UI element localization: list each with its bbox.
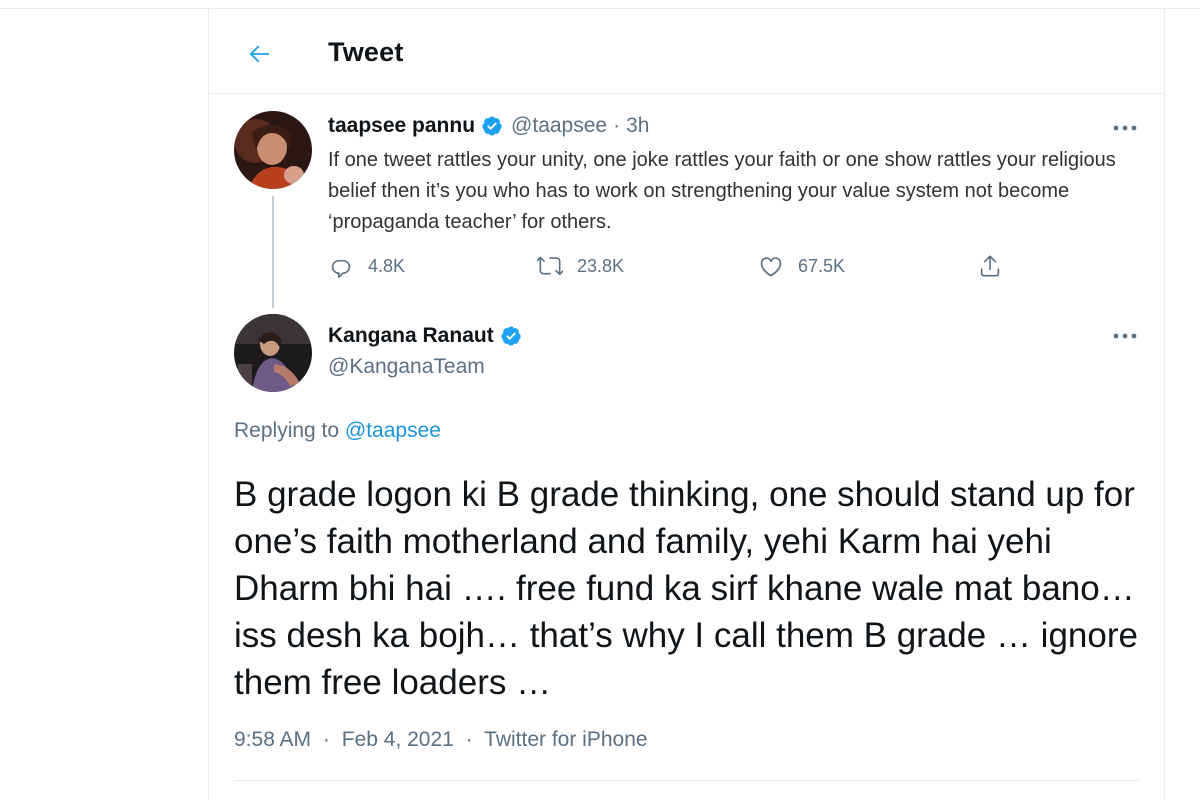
more-button[interactable] [1107,324,1143,348]
retweet-button[interactable]: 23.8K [537,253,624,279]
reply-button[interactable]: 4.8K [328,253,405,279]
meta-separator: · [322,728,330,751]
back-arrow-icon [249,45,270,63]
retweet-icon [537,256,563,276]
more-button[interactable] [1107,116,1143,140]
verified-badge-icon [500,325,522,347]
tweet-time[interactable]: 3h [626,114,649,138]
reply-handle-row: @KanganaTeam [328,355,485,379]
reply-count: 4.8K [368,255,406,276]
reply-author-row: Kangana Ranaut [328,324,522,348]
author-handle[interactable]: @taapsee [511,114,607,138]
thread-connector [272,196,274,308]
verified-badge-icon [481,115,503,137]
meta-separator: · [465,728,473,751]
tweet-source[interactable]: Twitter for iPhone [484,728,647,751]
more-icon [1113,125,1137,131]
like-count: 67.5K [798,255,846,276]
author-name[interactable]: Kangana Ranaut [328,324,494,348]
author-handle[interactable]: @KanganaTeam [328,355,485,379]
replying-to-label: Replying to [234,419,340,442]
tweet-author-row: taapsee pannu @taapsee · 3h [328,114,649,138]
tweet-meta: 9:58 AM · Feb 4, 2021 · Twitter for iPho… [234,728,648,752]
replying-to-line: Replying to @taapsee [234,419,441,443]
divider [234,780,1140,781]
more-icon [1113,333,1137,339]
meta-separator: · [613,114,621,137]
tweet-date[interactable]: Feb 4, 2021 [342,728,454,751]
reply-icon [331,260,351,279]
avatar[interactable] [234,111,312,189]
tweet-column: Tweet taapsee pannu @taapsee · 3h If one… [208,8,1165,800]
tweet-timestamp[interactable]: 9:58 AM [234,728,311,751]
share-icon [980,255,1000,277]
page-title: Tweet [328,37,404,67]
author-name[interactable]: taapsee pannu [328,114,475,138]
page-header: Tweet [209,8,1164,94]
tweet-text: If one tweet rattles your unity, one jok… [328,149,1116,233]
replying-to-link[interactable]: @taapsee [345,419,441,442]
back-button[interactable] [239,34,279,74]
like-icon [760,257,782,277]
retweet-count: 23.8K [577,255,625,276]
avatar[interactable] [234,314,312,392]
share-button[interactable] [977,253,1003,279]
reply-text: B grade logon ki B grade thinking, one s… [234,475,1138,702]
like-button[interactable]: 67.5K [758,253,845,279]
